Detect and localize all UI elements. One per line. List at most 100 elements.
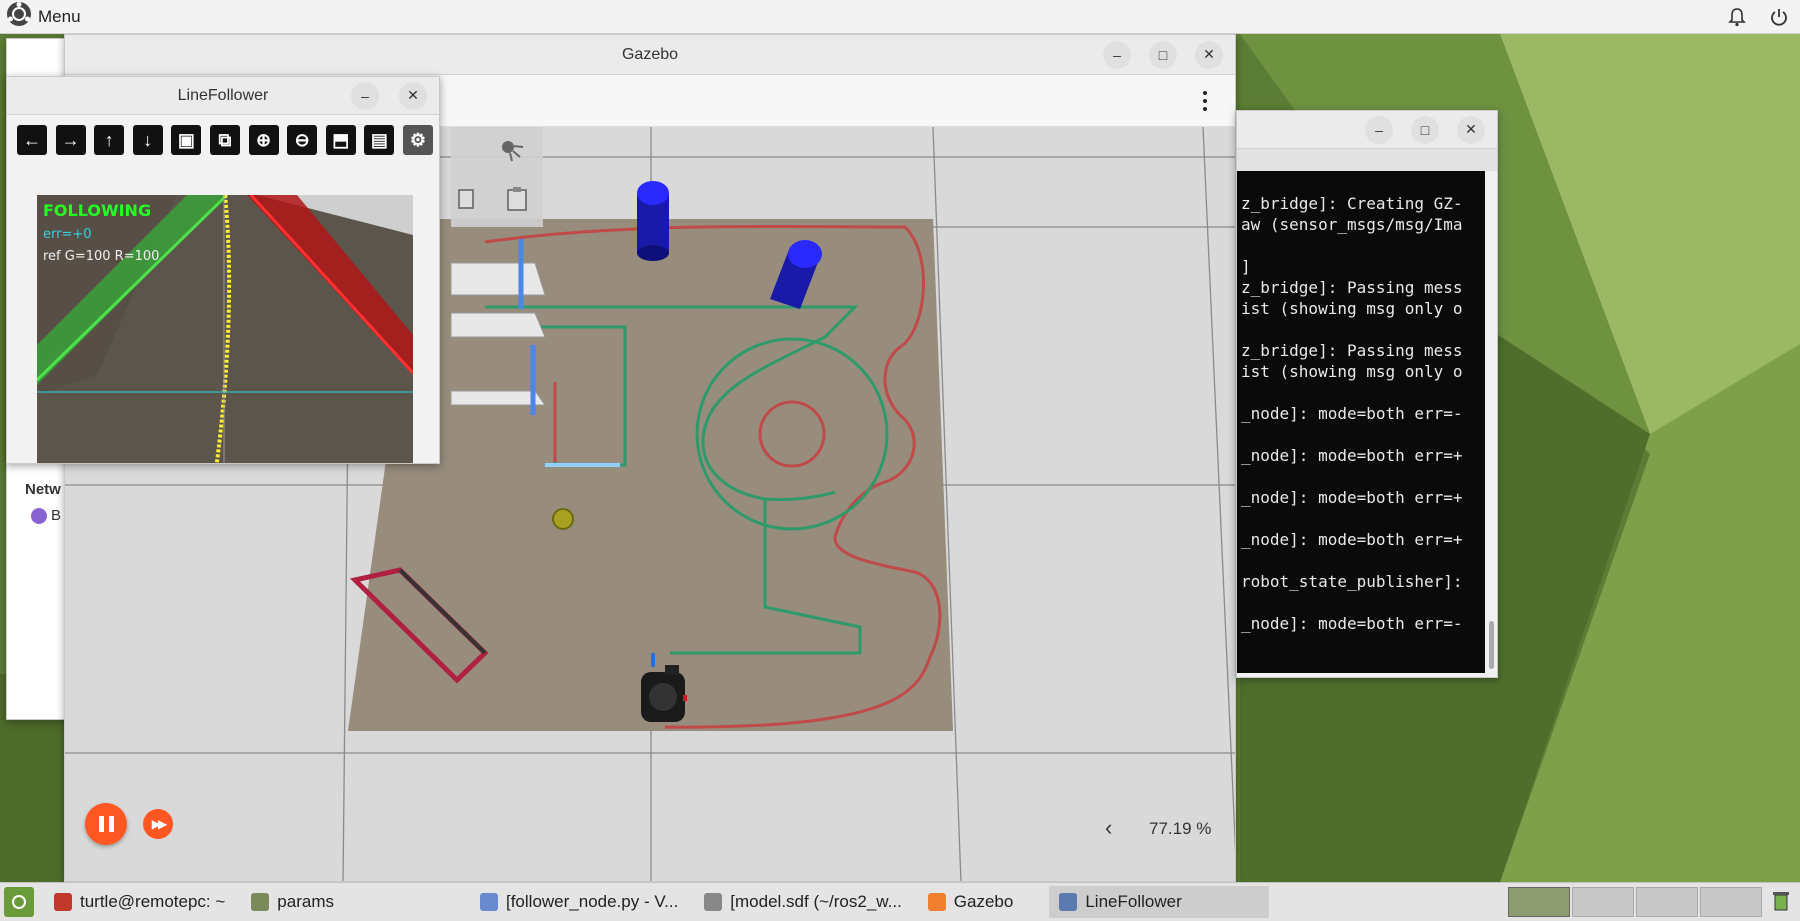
terminal-line: z_bridge]: Passing mess [1241, 278, 1463, 297]
taskbar-item-label: [follower_node.py - V... [505, 892, 679, 911]
terminal-window[interactable]: – □ ✕ z_bridge]: Creating GZ-aw (sensor_… [1236, 110, 1498, 678]
trash-icon [1772, 890, 1790, 917]
menu-button[interactable]: Menu [6, 2, 81, 32]
image-zoom-icon: ⧉ [218, 129, 232, 150]
terminal-line: _node]: mode=both err=- [1241, 614, 1463, 633]
network-icon [31, 507, 47, 524]
text-editor-icon [704, 893, 723, 911]
camera-feed[interactable]: FOLLOWING err=+0 ref G=100 R=100 [37, 195, 413, 463]
workspace-1[interactable] [1508, 887, 1570, 917]
workspace-2[interactable] [1572, 887, 1634, 917]
kebab-menu-button[interactable] [1195, 87, 1215, 115]
save-icon: ⬒ [332, 129, 350, 150]
power-icon[interactable] [1768, 6, 1790, 28]
taskbar-menu-button[interactable] [4, 887, 34, 917]
zoom-out-button[interactable]: ⊖ [287, 125, 318, 155]
overlay-ref: ref G=100 R=100 [43, 249, 160, 264]
arrow-down-button[interactable]: ↓ [132, 125, 163, 155]
folder-icon [251, 893, 270, 911]
network-item[interactable]: B [31, 507, 61, 524]
taskbar-item[interactable]: [follower_node.py - V... [470, 886, 688, 918]
terminal-line: _node]: mode=both err=- [1241, 404, 1463, 423]
close-icon: ✕ [1203, 46, 1215, 62]
image-button[interactable]: ▣ [171, 125, 202, 155]
taskbar-item-label: turtle@remotepc: ~ [80, 892, 226, 911]
robot-model [641, 665, 687, 722]
arrow-up-button[interactable]: ↑ [94, 125, 125, 155]
light-tool-button[interactable] [491, 135, 531, 171]
minimize-icon: – [1375, 121, 1383, 138]
close-button[interactable]: ✕ [1195, 40, 1223, 69]
zoom-in-button[interactable]: ⊕ [248, 125, 279, 155]
paste-button[interactable] [499, 183, 535, 219]
taskbar-item-label: params [277, 892, 334, 911]
pause-icon [98, 816, 114, 832]
pause-button[interactable] [85, 803, 127, 845]
copy-button[interactable] [451, 183, 481, 219]
terminal-tabbar [1237, 149, 1497, 171]
workspace-4[interactable] [1700, 887, 1762, 917]
image-zoom-button[interactable]: ⧉ [209, 125, 240, 155]
taskbar-items: turtle@remotepc: ~ params [follower_node.p… [44, 886, 1270, 918]
linefollower-titlebar[interactable]: LineFollower – ✕ [7, 77, 439, 115]
arrow-right-button[interactable]: → [55, 125, 86, 155]
camera-image [37, 195, 413, 463]
terminal-maximize-button[interactable]: □ [1411, 115, 1439, 144]
app-menu-icon [12, 895, 26, 909]
terminal-scrollbar-thumb[interactable] [1489, 621, 1494, 669]
notification-icon[interactable] [1726, 6, 1748, 28]
terminal-minimize-button[interactable]: – [1365, 115, 1393, 144]
taskbar-item-label: Gazebo [953, 892, 1014, 911]
zoom-prev-button[interactable]: ‹ [1105, 815, 1112, 841]
terminal-line: z_bridge]: Passing mess [1241, 341, 1463, 360]
maximize-icon: □ [1158, 46, 1168, 63]
gazebo-icon [927, 893, 946, 911]
trash-button[interactable] [1768, 889, 1794, 917]
minimize-icon: – [1113, 46, 1121, 63]
minimize-icon: – [361, 87, 369, 104]
workspace-3[interactable] [1636, 887, 1698, 917]
lf-close-button[interactable]: ✕ [399, 81, 427, 110]
terminal-line: ist (showing msg only o [1241, 299, 1463, 318]
arrow-left-button[interactable]: ← [17, 125, 47, 155]
taskbar-item[interactable]: params [241, 886, 344, 918]
terminal-titlebar[interactable]: – □ ✕ [1237, 111, 1497, 149]
gazebo-title: Gazebo [621, 45, 679, 63]
terminal-line: aw (sensor_msgs/msg/Ima [1241, 215, 1463, 234]
linefollower-window[interactable]: LineFollower – ✕ ← → ↑ ↓ ▣ ⧉ ⊕ ⊖ ⬒ ▤ ⚙ FOLLOWING e [6, 76, 440, 464]
save-button[interactable]: ⬒ [325, 125, 356, 155]
terminal-line: robot_state_publisher]: [1241, 572, 1463, 591]
scene-tools-panel [451, 127, 543, 227]
clipboard-button[interactable]: ▤ [364, 125, 395, 155]
maximize-button[interactable]: □ [1149, 40, 1177, 69]
zoom-out-icon: ⊖ [294, 129, 310, 150]
lf-minimize-button[interactable]: – [351, 81, 379, 110]
network-label: Netw [25, 481, 61, 498]
terminal-line: _node]: mode=both err=+ [1241, 530, 1463, 549]
arrow-left-icon: ← [23, 129, 41, 150]
settings-icon: ⚙ [409, 129, 426, 150]
linefollower-toolbar: ← → ↑ ↓ ▣ ⧉ ⊕ ⊖ ⬒ ▤ ⚙ [17, 125, 433, 155]
taskbar-item[interactable]: turtle@remotepc: ~ [44, 886, 235, 918]
gazebo-titlebar[interactable]: Gazebo – □ ✕ [65, 35, 1235, 75]
step-forward-button[interactable]: ▶▶ [143, 809, 173, 839]
taskbar-item[interactable]: Gazebo [918, 886, 1024, 918]
top-panel: Menu [0, 0, 1800, 34]
minimize-button[interactable]: – [1103, 40, 1131, 69]
blue-cylinder-upright [637, 181, 669, 261]
taskbar-item[interactable]: LineFollower [1049, 886, 1270, 918]
step-forward-icon: ▶▶ [151, 817, 168, 831]
workspace-switcher[interactable] [1508, 887, 1762, 917]
terminal-close-button[interactable]: ✕ [1457, 115, 1485, 144]
settings-button[interactable]: ⚙ [402, 125, 433, 155]
terminal-output[interactable]: z_bridge]: Creating GZ-aw (sensor_msgs/m… [1237, 171, 1485, 673]
overlay-error: err=+0 [43, 227, 92, 242]
terminal-lines: z_bridge]: Creating GZ-aw (sensor_msgs/m… [1241, 193, 1481, 634]
taskbar-item[interactable]: [model.sdf (~/ros2_w... [694, 886, 912, 918]
